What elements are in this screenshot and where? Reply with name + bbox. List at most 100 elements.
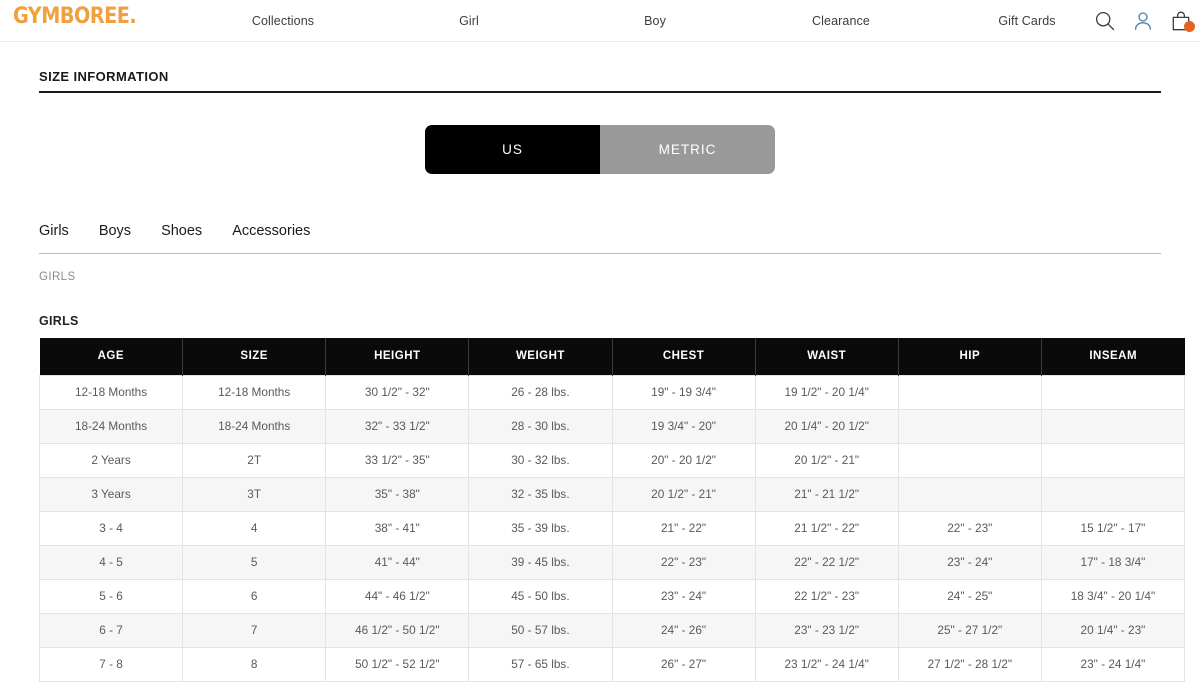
table-cell: 27 1/2" - 28 1/2" <box>897 646 1042 682</box>
table-cell: 24" - 25" <box>897 578 1042 614</box>
table-cell: 20 1/4" - 20 1/2" <box>754 408 899 444</box>
nav-item-collections[interactable]: Collections <box>190 14 376 28</box>
table-cell: 21" - 22" <box>611 510 756 546</box>
table-cell: 20 1/2" - 21" <box>611 476 756 512</box>
table-cell: 35" - 38" <box>325 476 470 512</box>
search-button[interactable] <box>1090 6 1120 36</box>
table-cell: 20" - 20 1/2" <box>611 442 756 478</box>
main-navigation: Collections Girl Boy Clearance Gift Card… <box>190 0 1120 42</box>
category-tabs: Girls Boys Shoes Accessories <box>39 223 1161 254</box>
nav-item-girl[interactable]: Girl <box>376 14 562 28</box>
table-cell: 30 - 32 lbs. <box>468 442 613 478</box>
table-cell: 19" - 19 3/4" <box>611 374 756 410</box>
table-cell: 23" - 23 1/2" <box>754 612 899 648</box>
table-cell: 24" - 26" <box>611 612 756 648</box>
table-cell: 6 - 7 <box>38 612 184 648</box>
table-cell: 22" - 22 1/2" <box>754 544 899 580</box>
account-button[interactable] <box>1128 6 1158 36</box>
tab-shoes[interactable]: Shoes <box>161 223 202 239</box>
tab-boys[interactable]: Boys <box>99 223 131 239</box>
table-cell: 23" - 24" <box>611 578 756 614</box>
table-cell: 12-18 Months <box>182 374 327 410</box>
column-header-weight: WEIGHT <box>468 338 613 375</box>
table-cell: 26" - 27" <box>611 646 756 682</box>
cart-button[interactable] <box>1166 6 1196 36</box>
table-cell <box>897 374 1042 410</box>
table-cell: 4 <box>182 510 327 546</box>
table-cell: 3 - 4 <box>38 510 184 546</box>
table-cell <box>1040 374 1186 410</box>
unit-toggle-us[interactable]: US <box>425 125 600 174</box>
column-header-chest: CHEST <box>612 338 756 375</box>
table-cell: 7 - 8 <box>38 646 184 682</box>
table-cell: 28 - 30 lbs. <box>468 408 613 444</box>
table-row: 3 - 4 4 38" - 41" 35 - 39 lbs. 21" - 22" 21 1… <box>38 510 1186 546</box>
table-cell: 57 - 65 lbs. <box>468 646 613 682</box>
table-cell: 41" - 44" <box>325 544 470 580</box>
user-icon <box>1134 12 1152 30</box>
nav-label: Collections <box>251 14 315 28</box>
table-cell: 38" - 41" <box>325 510 470 546</box>
table-cell: 6 <box>182 578 327 614</box>
table-cell: 45 - 50 lbs. <box>468 578 613 614</box>
table-cell: 23" - 24 1/4" <box>1040 646 1186 682</box>
table-cell: 3T <box>182 476 327 512</box>
section-title-container: SIZE INFORMATION <box>39 69 1161 93</box>
column-header-waist: WAIST <box>755 338 899 375</box>
table-cell: 2T <box>182 442 327 478</box>
page-content: SIZE INFORMATION US METRIC Girls Boys Sh… <box>0 69 1200 682</box>
table-row: 7 - 8 8 50 1/2" - 52 1/2" 57 - 65 lbs. 26" -… <box>38 646 1186 682</box>
tab-girls[interactable]: Girls <box>39 223 69 239</box>
size-chart-head: AGE SIZE HEIGHT WEIGHT CHEST WAIST HIP INSEAM <box>39 338 1185 375</box>
table-cell: 33 1/2" - 35" <box>325 442 470 478</box>
nav-label: Clearance <box>812 14 870 28</box>
table-cell: 25" - 27 1/2" <box>897 612 1042 648</box>
unit-toggle-metric[interactable]: METRIC <box>600 125 775 174</box>
table-header-row: AGE SIZE HEIGHT WEIGHT CHEST WAIST HIP INSEAM <box>39 338 1185 375</box>
brand-logo-text: GYMBOREE <box>13 4 130 29</box>
table-cell: 35 - 39 lbs. <box>468 510 613 546</box>
table-row: 12-18 Months 12-18 Months 30 1/2" - 32" 26 … <box>38 374 1186 410</box>
table-cell <box>1040 408 1186 444</box>
table-cell: 4 - 5 <box>38 544 184 580</box>
table-cell: 32" - 33 1/2" <box>325 408 470 444</box>
table-cell: 5 <box>182 544 327 580</box>
unit-toggle-us-label: US <box>502 142 523 157</box>
table-cell <box>897 442 1042 478</box>
table-cell: 18 3/4" - 20 1/4" <box>1040 578 1186 614</box>
column-header-age: AGE <box>39 338 184 375</box>
nav-label: Gift Cards <box>998 14 1056 28</box>
cart-count-badge <box>1184 21 1195 32</box>
table-row: 6 - 7 7 46 1/2" - 50 1/2" 50 - 57 lbs. 24" -… <box>38 612 1186 648</box>
table-cell: 21" - 21 1/2" <box>754 476 899 512</box>
size-chart-body: 12-18 Months 12-18 Months 30 1/2" - 32" 26 … <box>38 374 1186 682</box>
brand-logo[interactable]: GYMBOREE. <box>13 4 137 30</box>
nav-item-boy[interactable]: Boy <box>562 14 748 28</box>
nav-label: Girl <box>459 14 479 28</box>
table-cell: 2 Years <box>38 442 184 478</box>
tab-label: Accessories <box>232 223 311 239</box>
table-cell: 23" - 24" <box>897 544 1042 580</box>
table-cell: 21 1/2" - 22" <box>754 510 899 546</box>
header-icon-group <box>1090 0 1196 42</box>
tab-label: Boys <box>98 223 132 239</box>
tab-label: Shoes <box>161 223 203 239</box>
table-cell: 23 1/2" - 24 1/4" <box>754 646 899 682</box>
table-cell: 18-24 Months <box>182 408 327 444</box>
column-header-hip: HIP <box>898 338 1042 375</box>
table-cell <box>1040 442 1186 478</box>
table-cell: 15 1/2" - 17" <box>1040 510 1186 546</box>
table-cell <box>1040 476 1186 512</box>
table-cell: 20 1/4" - 23" <box>1040 612 1186 648</box>
tab-accessories[interactable]: Accessories <box>232 223 310 239</box>
breadcrumb: GIRLS <box>39 271 76 283</box>
table-cell: 20 1/2" - 21" <box>754 442 899 478</box>
table-cell: 5 - 6 <box>38 578 184 614</box>
nav-item-clearance[interactable]: Clearance <box>748 14 934 28</box>
table-cell: 46 1/2" - 50 1/2" <box>325 612 470 648</box>
page-title: SIZE INFORMATION <box>39 69 169 84</box>
table-cell: 7 <box>182 612 327 648</box>
table-row: 5 - 6 6 44" - 46 1/2" 45 - 50 lbs. 23" - 24"… <box>38 578 1186 614</box>
table-row: 18-24 Months 18-24 Months 32" - 33 1/2" 28 … <box>38 408 1186 444</box>
table-cell: 44" - 46 1/2" <box>325 578 470 614</box>
